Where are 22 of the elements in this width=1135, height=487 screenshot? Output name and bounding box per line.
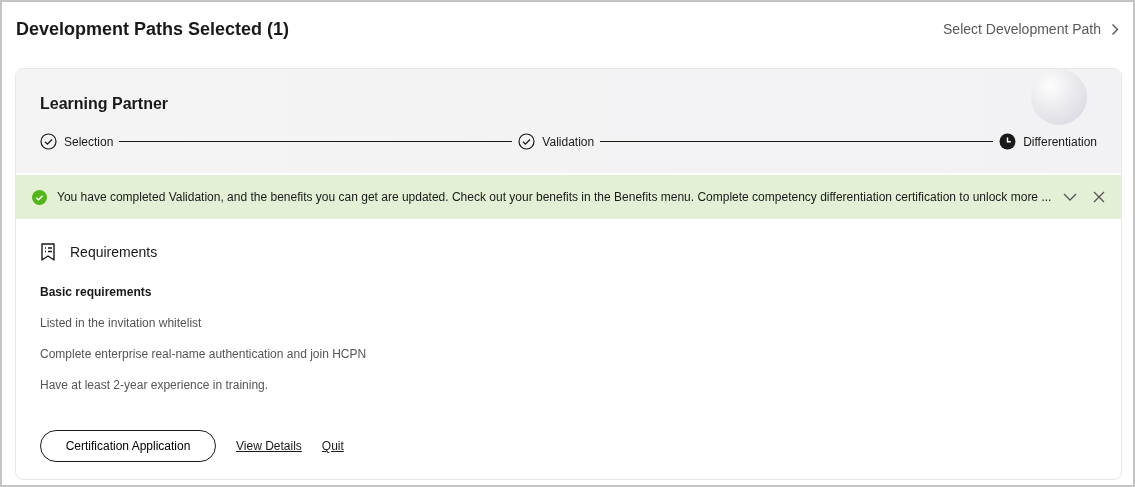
success-icon (32, 189, 47, 205)
text-link[interactable]: Quit (321, 439, 344, 453)
page-title: Development Paths Selected (1) (16, 18, 290, 40)
group-heading: Basic requirements (40, 285, 153, 299)
requirement-text: Complete enterprise real-name authentication and join HCPN (40, 347, 368, 361)
requirement-text: Listed in the invitation whitelist (40, 316, 203, 330)
close-button[interactable] (1093, 191, 1105, 203)
select-path-link[interactable]: Select Development Path (943, 21, 1119, 37)
text-link[interactable]: View Details (236, 439, 302, 453)
document-list-icon (40, 243, 56, 261)
chevron-right-icon (1111, 22, 1119, 36)
path-name: Learning Partner (40, 95, 169, 113)
section-title: Requirements (70, 244, 158, 260)
alert-message: You have completed Validation, and the benefits you can get are updated. Check out your benefits in the Benefits menu. Complete competency differentiation certification to unlock more ... (57, 190, 1053, 204)
clock-icon (999, 133, 1017, 150)
step-label: Selection (64, 134, 114, 149)
check-circle-icon (40, 133, 57, 150)
requirement-text: Have at least 2-year experience in training. (40, 378, 270, 392)
check-circle-icon (518, 133, 536, 150)
step-label: Validation (542, 134, 595, 149)
certification-button[interactable]: Certification Application (40, 430, 216, 462)
step-label: Differentiation (1023, 134, 1097, 149)
